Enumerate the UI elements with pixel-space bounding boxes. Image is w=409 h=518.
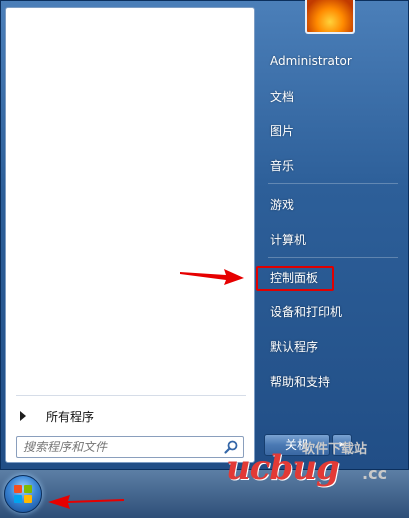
right-item-help-support[interactable]: 帮助和支持 — [258, 370, 398, 394]
annotation-arrow-start-icon — [48, 495, 124, 509]
windows-start-orb-icon[interactable] — [4, 475, 42, 513]
right-item-administrator[interactable]: Administrator — [258, 49, 398, 73]
right-separator-2 — [268, 257, 398, 258]
right-separator-1 — [268, 183, 398, 184]
search-input[interactable] — [23, 438, 223, 456]
search-field[interactable] — [16, 436, 244, 458]
shutdown-button[interactable]: 关机 — [264, 434, 330, 456]
shutdown-options-button[interactable]: ▸ — [332, 434, 352, 456]
right-item-computer[interactable]: 计算机 — [258, 228, 398, 252]
all-programs-label: 所有程序 — [46, 409, 95, 424]
expand-arrow-icon — [20, 411, 26, 421]
right-item-pictures[interactable]: 图片 — [258, 119, 398, 143]
right-item-default-programs[interactable]: 默认程序 — [258, 335, 398, 359]
left-pane-divider — [16, 395, 246, 396]
right-item-games[interactable]: 游戏 — [258, 193, 398, 217]
windows-flag-icon — [14, 485, 32, 503]
right-item-devices-printers[interactable]: 设备和打印机 — [258, 300, 398, 324]
right-item-music[interactable]: 音乐 — [258, 154, 398, 178]
search-icon[interactable] — [223, 439, 239, 455]
right-item-documents[interactable]: 文档 — [258, 85, 398, 109]
start-menu-left-pane: 所有程序 — [5, 7, 255, 463]
annotation-arrow-icon — [180, 269, 244, 285]
control-panel-highlight-box — [256, 266, 334, 291]
all-programs-item[interactable]: 所有程序 — [10, 403, 250, 429]
user-picture[interactable] — [305, 0, 355, 34]
